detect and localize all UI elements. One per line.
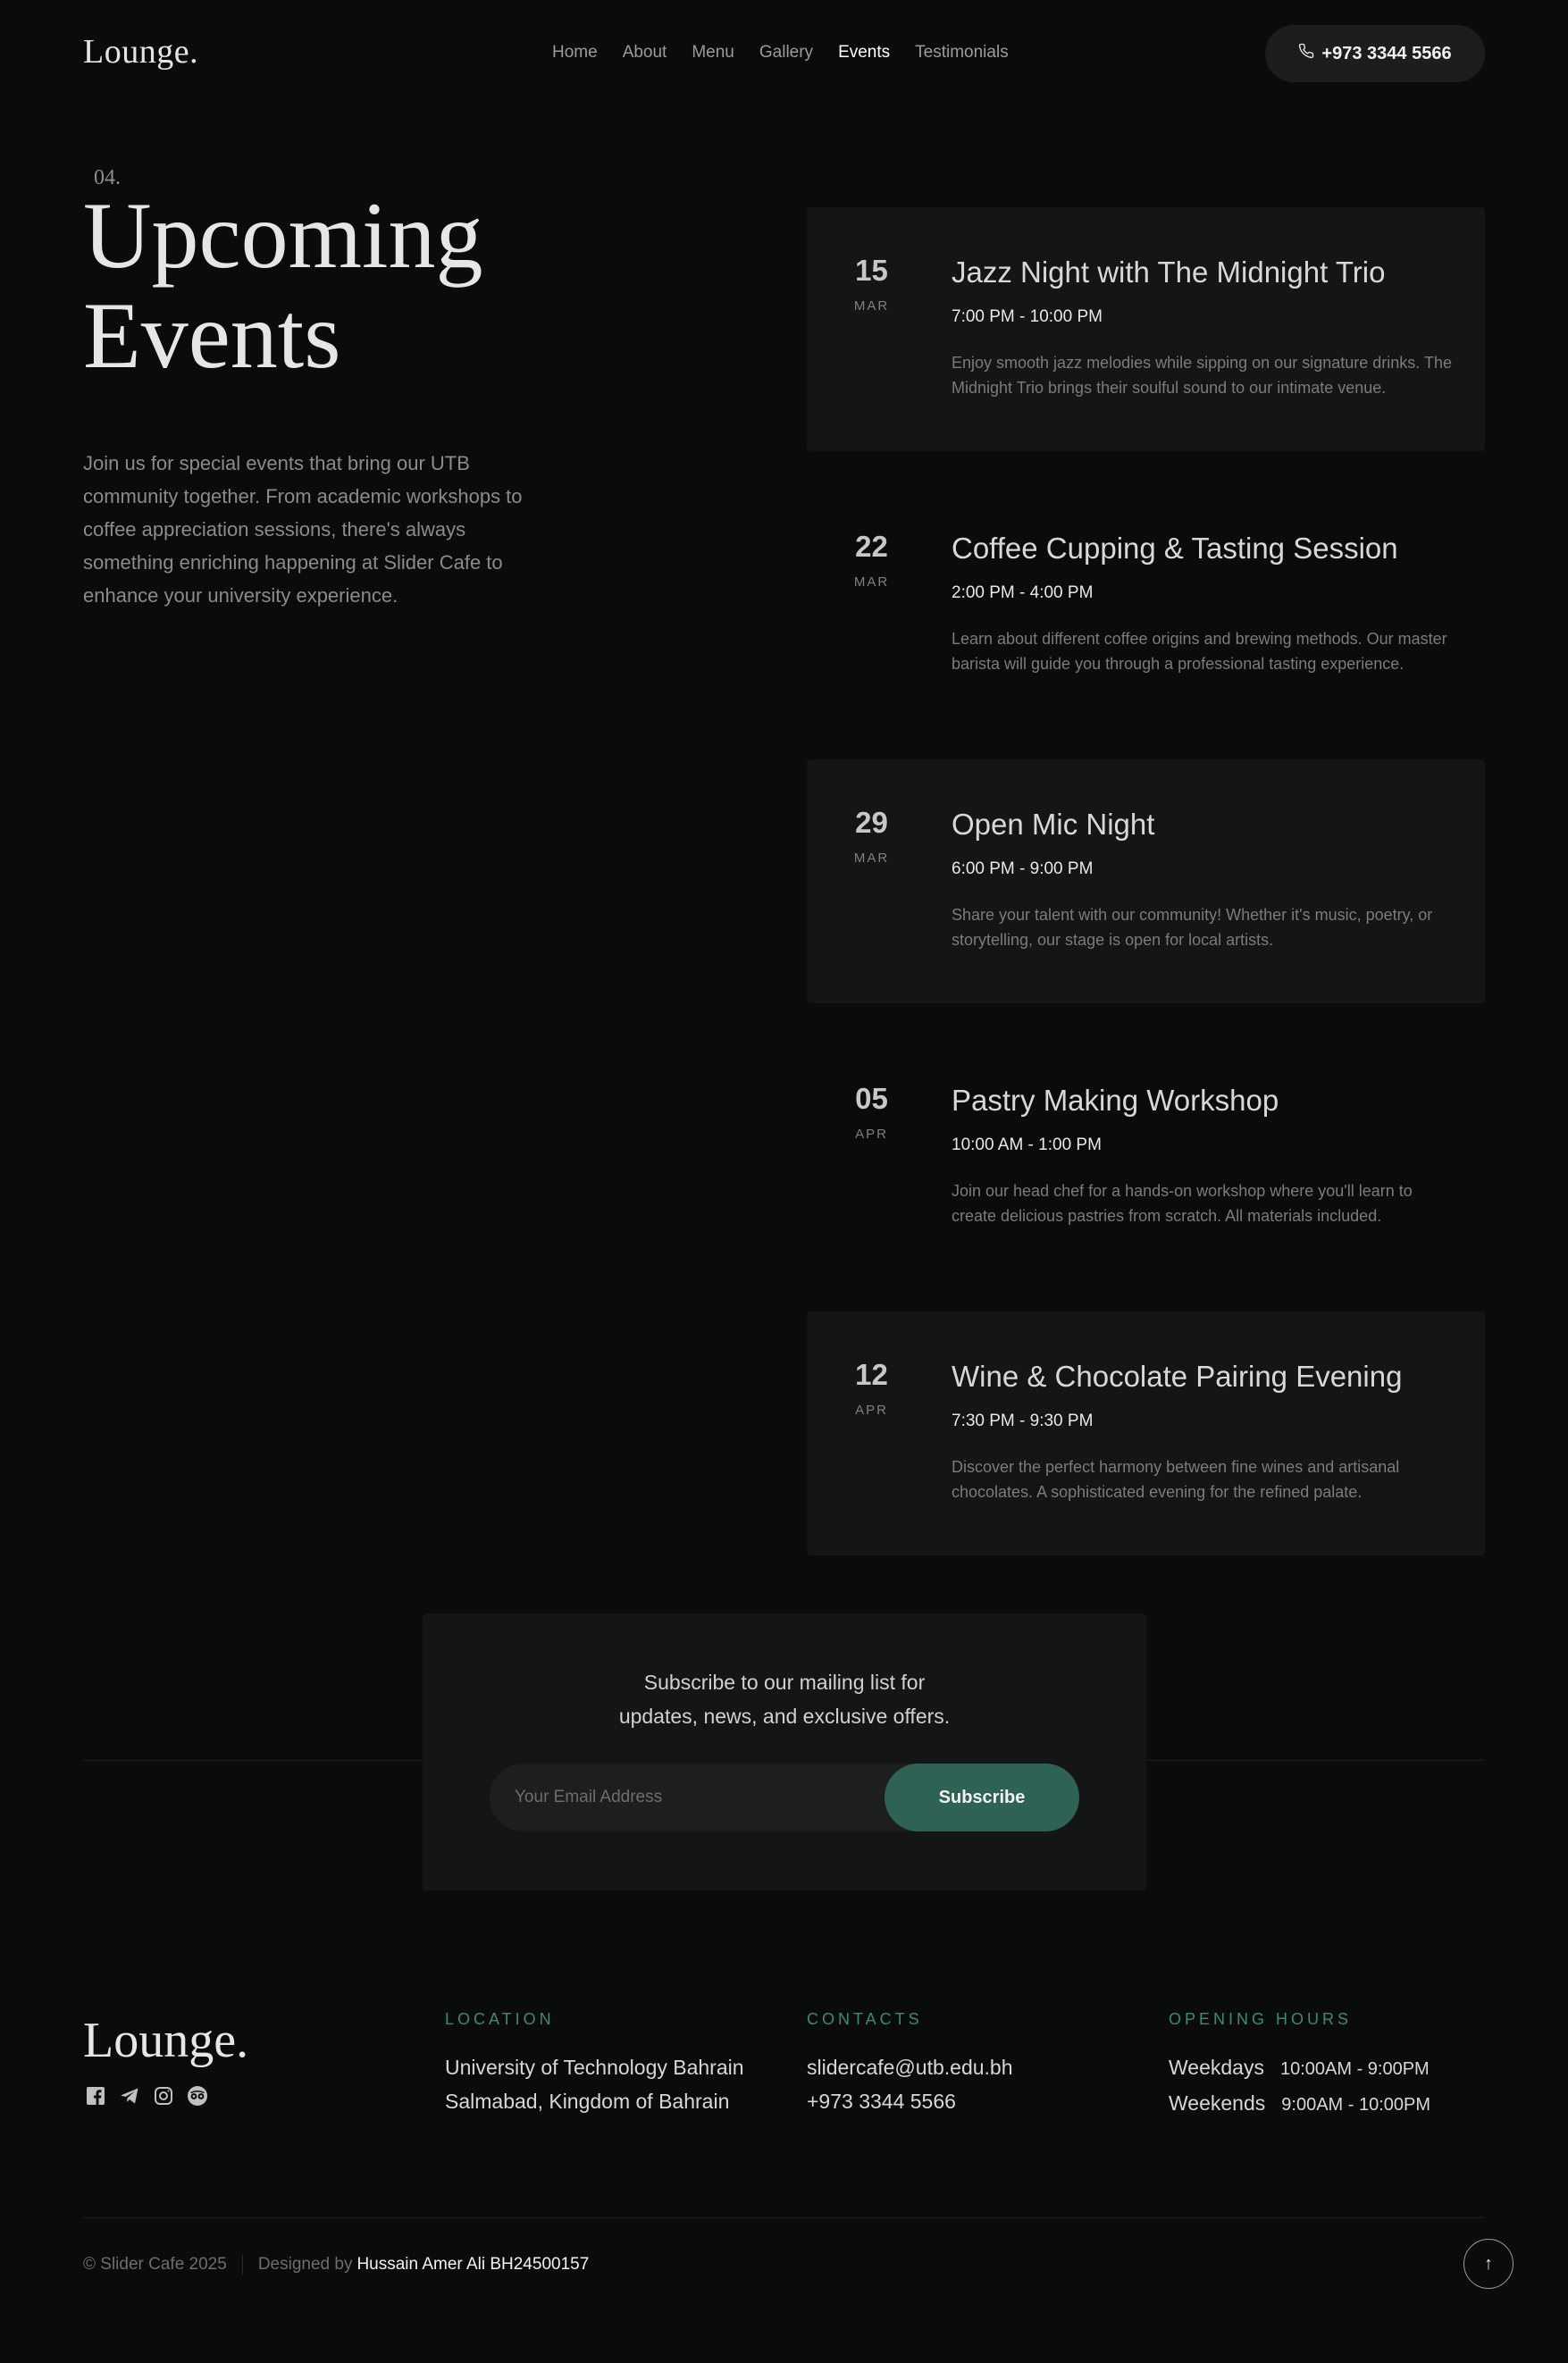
footer-hours: OPENING HOURS Weekdays 10:00AM - 9:00PM … — [1169, 2010, 1430, 2122]
subscribe-text-line2: updates, news, and exclusive offers. — [618, 1705, 951, 1728]
copyright-separator — [241, 2255, 243, 2275]
event-month: MAR — [853, 574, 890, 590]
event-time: 7:00 PM - 10:00 PM — [952, 307, 1103, 326]
event-card[interactable]: 15 MAR Jazz Night with The Midnight Trio… — [807, 207, 1485, 451]
event-month: MAR — [853, 298, 890, 314]
event-time: 2:00 PM - 4:00 PM — [952, 583, 1094, 602]
contact-email[interactable]: slidercafe@utb.edu.bh — [807, 2050, 1013, 2084]
main-nav: Home About Menu Gallery Events Testimoni… — [552, 43, 1009, 63]
event-description: Learn about different coffee origins and… — [952, 630, 1447, 673]
page-title-line2: Events — [83, 283, 341, 388]
hours-heading: OPENING HOURS — [1169, 2010, 1353, 2028]
contact-phone[interactable]: +973 3344 5566 — [807, 2084, 1013, 2118]
event-month: APR — [855, 1403, 888, 1418]
social-links — [85, 2085, 208, 2107]
subscribe-panel: Subscribe to our mailing list for update… — [423, 1613, 1146, 1890]
phone-button[interactable]: +973 3344 5566 — [1265, 25, 1485, 82]
event-day: 05 — [855, 1082, 888, 1115]
nav-link-home[interactable]: Home — [552, 43, 598, 63]
footer-divider — [83, 2217, 1485, 2218]
event-title: Jazz Night with The Midnight Trio — [952, 256, 1386, 289]
hours-label: Weekdays — [1169, 2056, 1264, 2079]
event-title: Pastry Making Workshop — [952, 1084, 1279, 1117]
telegram-icon[interactable] — [119, 2085, 140, 2107]
event-card[interactable]: 05 APR Pastry Making Workshop 10:00 AM -… — [807, 1035, 1485, 1279]
nav-link-gallery[interactable]: Gallery — [759, 43, 813, 63]
page-title: Upcoming Events — [83, 186, 483, 386]
copyright-bar: © Slider Cafe 2025 Designed by Hussain A… — [83, 2255, 589, 2275]
event-day: 12 — [855, 1358, 888, 1391]
tripadvisor-icon[interactable] — [187, 2085, 208, 2107]
events-list: 15 MAR Jazz Night with The Midnight Trio… — [807, 207, 1485, 1588]
event-description: Share your talent with our community! Wh… — [952, 906, 1433, 949]
contacts-heading: CONTACTS — [807, 2010, 923, 2028]
facebook-icon[interactable] — [85, 2085, 106, 2107]
designed-by-label: Designed by — [257, 2255, 353, 2274]
hours-row: Weekends 9:00AM - 10:00PM — [1169, 2086, 1430, 2122]
event-day: 29 — [855, 806, 888, 839]
event-card[interactable]: 22 MAR Coffee Cupping & Tasting Session … — [807, 483, 1485, 727]
logo[interactable]: Lounge. — [83, 32, 198, 71]
nav-link-about[interactable]: About — [623, 43, 667, 63]
subscribe-button[interactable]: Subscribe — [885, 1764, 1079, 1831]
back-to-top-button[interactable]: ↑ — [1463, 2239, 1513, 2289]
subscribe-text-line1: Subscribe to our mailing list for — [643, 1671, 926, 1694]
location-heading: LOCATION — [445, 2010, 555, 2028]
event-day: 15 — [855, 254, 888, 287]
hours-value: 10:00AM - 9:00PM — [1279, 2059, 1430, 2079]
nav-link-events[interactable]: Events — [838, 43, 890, 63]
phone-icon — [1298, 43, 1314, 64]
event-title: Coffee Cupping & Tasting Session — [952, 532, 1398, 565]
event-card[interactable]: 29 MAR Open Mic Night 6:00 PM - 9:00 PM … — [807, 759, 1485, 1003]
event-description: Join our head chef for a hands-on worksh… — [952, 1182, 1413, 1225]
event-month: APR — [855, 1127, 888, 1142]
event-time: 10:00 AM - 1:00 PM — [952, 1135, 1102, 1154]
phone-number: +973 3344 5566 — [1321, 43, 1452, 63]
event-description: Discover the perfect harmony between fin… — [952, 1458, 1400, 1501]
footer-location: LOCATION University of Technology Bahrai… — [445, 2010, 744, 2118]
designer-name[interactable]: Hussain Amer Ali BH24500157 — [356, 2255, 589, 2275]
nav-link-menu[interactable]: Menu — [692, 43, 734, 63]
event-time: 6:00 PM - 9:00 PM — [952, 859, 1094, 878]
subscribe-form: Subscribe — [490, 1764, 1079, 1831]
event-month: MAR — [853, 851, 890, 866]
copyright-text: © Slider Cafe 2025 — [83, 2255, 227, 2274]
event-title: Open Mic Night — [952, 808, 1155, 841]
location-line2: Salmabad, Kingdom of Bahrain — [445, 2090, 730, 2113]
location-line1: University of Technology Bahrain — [445, 2056, 744, 2079]
subscribe-text: Subscribe to our mailing list for update… — [423, 1665, 1146, 1733]
hours-value: 9:00AM - 10:00PM — [1281, 2095, 1431, 2115]
event-time: 7:30 PM - 9:30 PM — [952, 1412, 1094, 1430]
nav-link-testimonials[interactable]: Testimonials — [915, 43, 1009, 63]
hero-description: Join us for special events that bring ou… — [83, 452, 523, 607]
email-input[interactable] — [515, 1764, 854, 1831]
footer-logo[interactable]: Lounge. — [83, 2012, 248, 2069]
footer-contacts: CONTACTS slidercafe@utb.edu.bh +973 3344… — [807, 2010, 1013, 2118]
event-card[interactable]: 12 APR Wine & Chocolate Pairing Evening … — [807, 1311, 1485, 1555]
hours-row: Weekdays 10:00AM - 9:00PM — [1169, 2050, 1430, 2086]
hours-label: Weekends — [1169, 2091, 1266, 2115]
arrow-up-icon: ↑ — [1484, 2253, 1493, 2274]
event-description: Enjoy smooth jazz melodies while sipping… — [952, 354, 1452, 397]
event-day: 22 — [855, 530, 888, 563]
page-title-line1: Upcoming — [83, 183, 483, 288]
instagram-icon[interactable] — [153, 2085, 174, 2107]
site-header: Lounge. Home About Menu Gallery Events T… — [83, 25, 1485, 82]
event-title: Wine & Chocolate Pairing Evening — [952, 1360, 1403, 1393]
